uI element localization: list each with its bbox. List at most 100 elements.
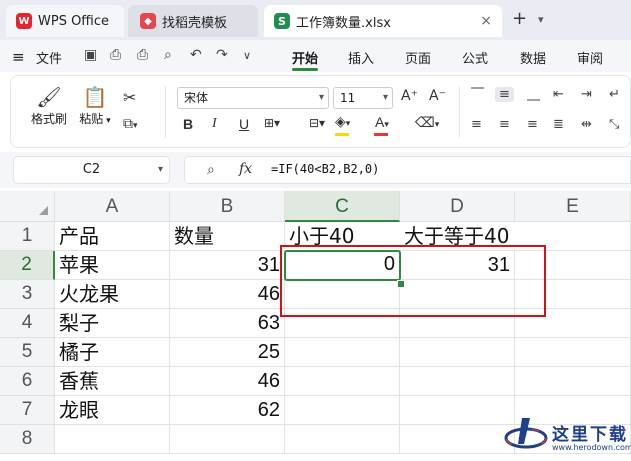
undo-icon[interactable]: ↶ bbox=[190, 47, 202, 63]
decrease-indent-icon[interactable]: ⇤ bbox=[553, 87, 564, 102]
font-name-select[interactable]: 宋体 ▾ bbox=[177, 87, 329, 109]
cell-b7[interactable]: 62 bbox=[170, 396, 285, 425]
menu-file[interactable]: 文件 bbox=[36, 48, 62, 67]
cell-b1[interactable]: 数量 bbox=[170, 222, 285, 251]
more-chevron-icon[interactable]: ∨ bbox=[243, 49, 251, 62]
print-preview-icon[interactable]: ⌕ bbox=[164, 47, 172, 63]
align-top-icon[interactable]: ⎺ bbox=[471, 87, 484, 102]
eraser-icon[interactable]: ⌫▾ bbox=[415, 115, 439, 131]
column-header-e[interactable]: E bbox=[515, 191, 631, 222]
close-icon[interactable]: × bbox=[480, 13, 492, 29]
cell-a8[interactable] bbox=[55, 425, 170, 454]
tab-templates[interactable]: ◆ 找稻壳模板 bbox=[128, 5, 258, 37]
docer-logo-icon: ◆ bbox=[140, 13, 156, 29]
row-header-8[interactable]: 8 bbox=[0, 425, 55, 454]
cell-b5[interactable]: 25 bbox=[170, 338, 285, 367]
row-header-7[interactable]: 7 bbox=[0, 396, 55, 425]
align-right-icon[interactable]: ≡ bbox=[527, 117, 538, 132]
cell-b2[interactable]: 31 bbox=[170, 251, 285, 280]
select-all-button[interactable] bbox=[0, 191, 55, 222]
cell-c7[interactable] bbox=[285, 396, 400, 425]
cell-d5[interactable] bbox=[400, 338, 515, 367]
tab-formulas[interactable]: 公式 bbox=[462, 48, 488, 67]
cell-a7[interactable]: 龙眼 bbox=[55, 396, 170, 425]
underline-button[interactable]: U bbox=[239, 116, 249, 132]
tab-workbook-label: 工作簿数量.xlsx bbox=[296, 15, 391, 31]
spreadsheet-icon: S bbox=[274, 13, 290, 29]
cell-d8[interactable] bbox=[400, 425, 515, 454]
column-header-b[interactable]: B bbox=[170, 191, 285, 222]
cell-d6[interactable] bbox=[400, 367, 515, 396]
cell-a3[interactable]: 火龙果 bbox=[55, 280, 170, 309]
tab-workbook[interactable]: S 工作簿数量.xlsx × bbox=[264, 5, 502, 37]
font-size-select[interactable]: 11 ▾ bbox=[333, 87, 393, 109]
export-pdf-icon[interactable]: ⎙ bbox=[110, 47, 121, 63]
tab-insert[interactable]: 插入 bbox=[348, 48, 374, 67]
column-header-d[interactable]: D bbox=[400, 191, 515, 222]
redo-icon[interactable]: ↷ bbox=[216, 47, 228, 63]
increase-indent-icon[interactable]: ⇥ bbox=[581, 87, 592, 102]
menu-icon[interactable]: ≡ bbox=[12, 48, 25, 66]
chevron-down-icon[interactable]: ▾ bbox=[538, 13, 544, 26]
cell-c8[interactable] bbox=[285, 425, 400, 454]
align-left-icon[interactable]: ≡ bbox=[471, 117, 482, 132]
tab-review[interactable]: 审阅 bbox=[577, 48, 603, 67]
tab-home[interactable]: 开始 bbox=[292, 48, 318, 67]
print-icon[interactable]: ⎙ bbox=[137, 47, 148, 63]
zoom-icon[interactable]: ⌕ bbox=[207, 162, 215, 178]
font-color-icon[interactable]: A▾ bbox=[375, 114, 389, 130]
cell-e6[interactable] bbox=[515, 367, 631, 396]
cell-b4[interactable]: 63 bbox=[170, 309, 285, 338]
fill-color-icon[interactable]: ◈▾ bbox=[335, 114, 350, 130]
formula-text[interactable]: =IF(40<B2,B2,0) bbox=[271, 162, 379, 176]
format-painter-label: 格式刷 bbox=[30, 112, 67, 126]
row-header-5[interactable]: 5 bbox=[0, 338, 55, 367]
increase-font-button[interactable]: A⁺ bbox=[401, 88, 418, 104]
distribute-icon[interactable]: ⇹ bbox=[581, 117, 592, 132]
cell-a6[interactable]: 香蕉 bbox=[55, 367, 170, 396]
brush-icon: 🖌 bbox=[36, 85, 62, 109]
cell-a4[interactable]: 梨子 bbox=[55, 309, 170, 338]
cell-c6[interactable] bbox=[285, 367, 400, 396]
save-icon[interactable]: ▣ bbox=[84, 47, 97, 63]
copy-icon[interactable]: ⧉▾ bbox=[123, 116, 138, 132]
formula-input-area[interactable]: ⌕ fx =IF(40<B2,B2,0) bbox=[184, 156, 631, 184]
tab-data[interactable]: 数据 bbox=[520, 48, 546, 67]
decrease-font-button[interactable]: A⁻ bbox=[429, 88, 446, 104]
cell-c5[interactable] bbox=[285, 338, 400, 367]
italic-button[interactable]: I bbox=[212, 116, 217, 132]
name-box[interactable]: C2 ▾ bbox=[13, 156, 170, 184]
row-header-3[interactable]: 3 bbox=[0, 280, 55, 309]
cell-d7[interactable] bbox=[400, 396, 515, 425]
border-icon[interactable]: ⊞▾ bbox=[264, 116, 280, 130]
align-center-icon[interactable]: ≡ bbox=[499, 117, 510, 132]
tab-page[interactable]: 页面 bbox=[405, 48, 431, 67]
watermark: 这里下载 www.herodown.com bbox=[500, 410, 631, 457]
row-header-2[interactable]: 2 bbox=[0, 251, 55, 280]
orientation-icon[interactable]: ⤡ bbox=[609, 117, 619, 132]
align-middle-icon[interactable]: ≡ bbox=[495, 87, 514, 102]
merge-icon[interactable]: ⊟▾ bbox=[309, 116, 325, 130]
cell-a5[interactable]: 橘子 bbox=[55, 338, 170, 367]
fx-icon[interactable]: fx bbox=[239, 161, 252, 177]
align-bottom-icon[interactable]: ⎽ bbox=[527, 87, 540, 102]
cell-e5[interactable] bbox=[515, 338, 631, 367]
new-tab-button[interactable]: + bbox=[512, 10, 527, 28]
bold-button[interactable]: B bbox=[183, 116, 193, 132]
cell-a1[interactable]: 产品 bbox=[55, 222, 170, 251]
cell-b8[interactable] bbox=[170, 425, 285, 454]
row-header-4[interactable]: 4 bbox=[0, 309, 55, 338]
format-painter-button[interactable]: 🖌 格式刷 bbox=[29, 84, 69, 127]
cell-b6[interactable]: 46 bbox=[170, 367, 285, 396]
tab-wps-office[interactable]: W WPS Office bbox=[6, 5, 124, 37]
cut-icon[interactable]: ✂ bbox=[123, 88, 136, 107]
cell-b3[interactable]: 46 bbox=[170, 280, 285, 309]
column-header-a[interactable]: A bbox=[55, 191, 170, 222]
justify-icon[interactable]: ≣ bbox=[553, 117, 564, 132]
row-header-6[interactable]: 6 bbox=[0, 367, 55, 396]
paste-button[interactable]: 📋 粘贴 ▾ bbox=[77, 84, 113, 127]
cell-a2[interactable]: 苹果 bbox=[55, 251, 170, 280]
column-header-c[interactable]: C bbox=[285, 191, 400, 222]
wrap-text-icon[interactable]: ↵ bbox=[609, 87, 620, 102]
row-header-1[interactable]: 1 bbox=[0, 222, 55, 251]
